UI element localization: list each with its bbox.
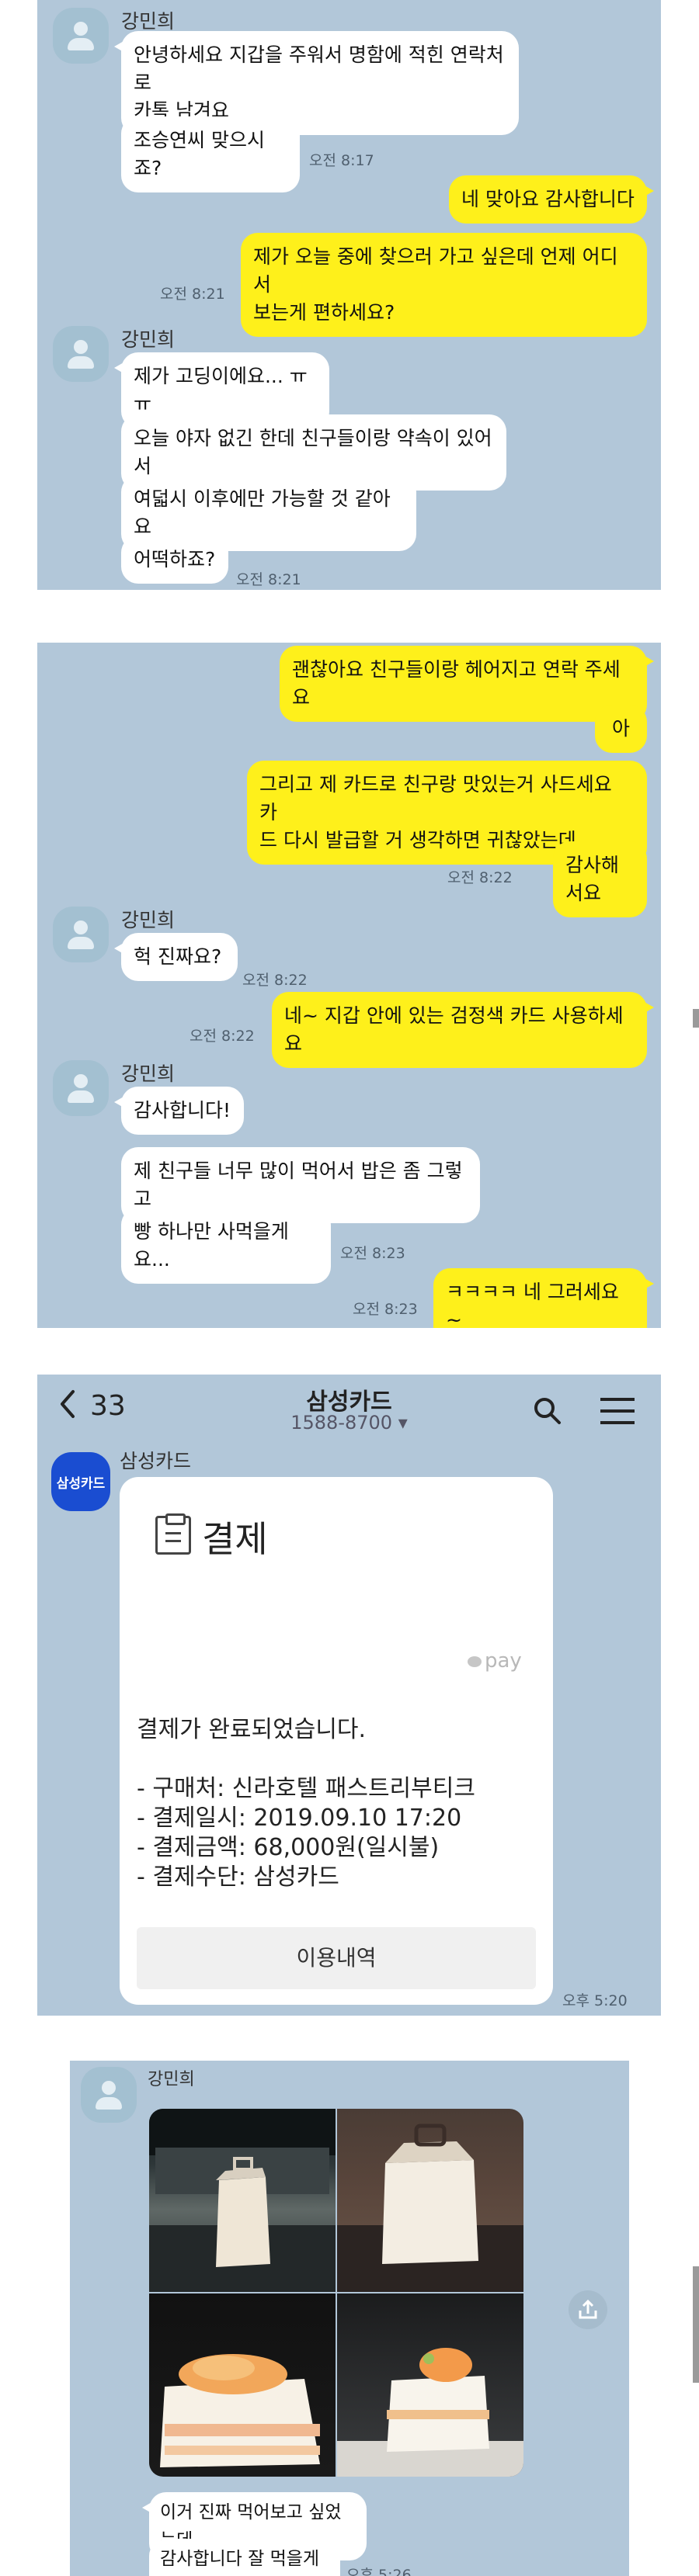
timestamp: 오전 8:23 [353,1301,418,1318]
reply-bubble: 아 [595,705,647,753]
reply-bubble: 네 맞아요 감사합니다 [449,175,654,224]
share-button[interactable] [569,2290,607,2329]
card-title: 결제 [202,1518,268,1560]
reply-bubble: ㅋㅋㅋㅋ 네 그러세요~ [433,1268,654,1328]
sender-name: 강민희 [121,10,176,33]
timestamp: 오전 8:21 [236,571,301,588]
timestamp: 오후 5:20 [562,1992,628,2009]
timestamp: 오후 5:26 [346,2567,412,2576]
pay-badge: pay [468,1649,522,1673]
payment-method: - 결제수단: 삼성카드 [137,1864,339,1891]
payment-card: 결제 pay 결제가 완료되었습니다. - 구매처: 신라호텔 패스트리부티크 … [120,1477,553,2005]
chat-panel-2: 괜찮아요 친구들이랑 헤어지고 연락 주세요 아 그리고 제 카드로 친구랑 맛… [37,643,661,1328]
scroll-indicator[interactable] [693,2266,699,2383]
usage-history-button[interactable]: 이용내역 [137,1927,536,1989]
chat-header: 33 삼성카드 1588-8700 ▾ [37,1375,661,1441]
search-icon[interactable] [531,1395,562,1426]
avatar-icon[interactable] [53,907,109,962]
photo-cake-slice[interactable] [337,2293,523,2477]
timestamp: 오전 8:22 [242,972,308,989]
sender-name: 삼성카드 [120,1450,192,1472]
reply-bubble: 괜찮아요 친구들이랑 헤어지고 연락 주세요 [280,646,654,722]
photo-cafe-table[interactable] [149,2109,336,2292]
avatar-icon[interactable] [53,8,109,64]
chat-panel-1: 강민희 안녕하세요 지갑을 주워서 명함에 적힌 연락처로 카톡 남겨요 조승연… [37,0,661,590]
samsung-card-logo[interactable]: 삼성카드 [51,1452,110,1511]
payment-status: 결제가 완료되었습니다. [137,1716,367,1743]
share-icon [579,2299,597,2319]
sender-name: 강민희 [121,328,176,351]
scroll-indicator[interactable] [693,1009,699,1028]
chat-panel-samsung-card: 33 삼성카드 1588-8700 ▾ 삼성카드 삼성카드 결제 pay 결제가… [37,1375,661,2016]
chat-subtitle[interactable]: 1588-8700 ▾ [37,1412,661,1434]
message-bubble: 헉 진짜요? [114,933,238,981]
avatar-icon[interactable] [53,326,109,382]
reply-bubble: 제가 오늘 중에 찾으러 가고 싶은데 언제 어디서 보는게 편하세요? [241,233,647,337]
timestamp: 오전 8:22 [447,869,513,886]
clipboard-icon [155,1513,191,1555]
sender-name: 강민희 [121,1063,176,1085]
message-bubble: 감사합니다 잘 먹을게요! [149,2539,340,2576]
message-bubble: 빵 하나만 사먹을게요... [121,1208,331,1284]
menu-icon[interactable] [598,1396,637,1426]
reply-bubble: 네~ 지갑 안에 있는 검정색 카드 사용하세요 [272,992,654,1068]
timestamp: 오전 8:22 [190,1028,255,1045]
reply-bubble: 감사해서요 [553,841,647,917]
photo-peach-cake[interactable] [149,2293,336,2477]
timestamp: 오전 8:17 [309,152,374,169]
pay-bubble-icon [468,1656,482,1667]
avatar-icon[interactable] [53,1060,109,1116]
photo-cake-box[interactable] [337,2109,523,2292]
timestamp: 오전 8:23 [340,1245,405,1262]
message-bubble: 조승연씨 맞으시죠? [121,116,300,192]
sender-name: 강민희 [148,2070,195,2089]
chat-panel-photos: 강민희 이거 진짜 먹어보고 싶었 감사합니다 잘 먹을게 오후 5:26 [70,2061,629,2576]
avatar-icon[interactable] [81,2067,137,2123]
timestamp: 오전 8:21 [160,286,225,303]
message-bubble: 감사합니다! [114,1087,244,1135]
message-bubble: 어떡하죠? [121,536,228,584]
sender-name: 강민희 [121,909,176,931]
